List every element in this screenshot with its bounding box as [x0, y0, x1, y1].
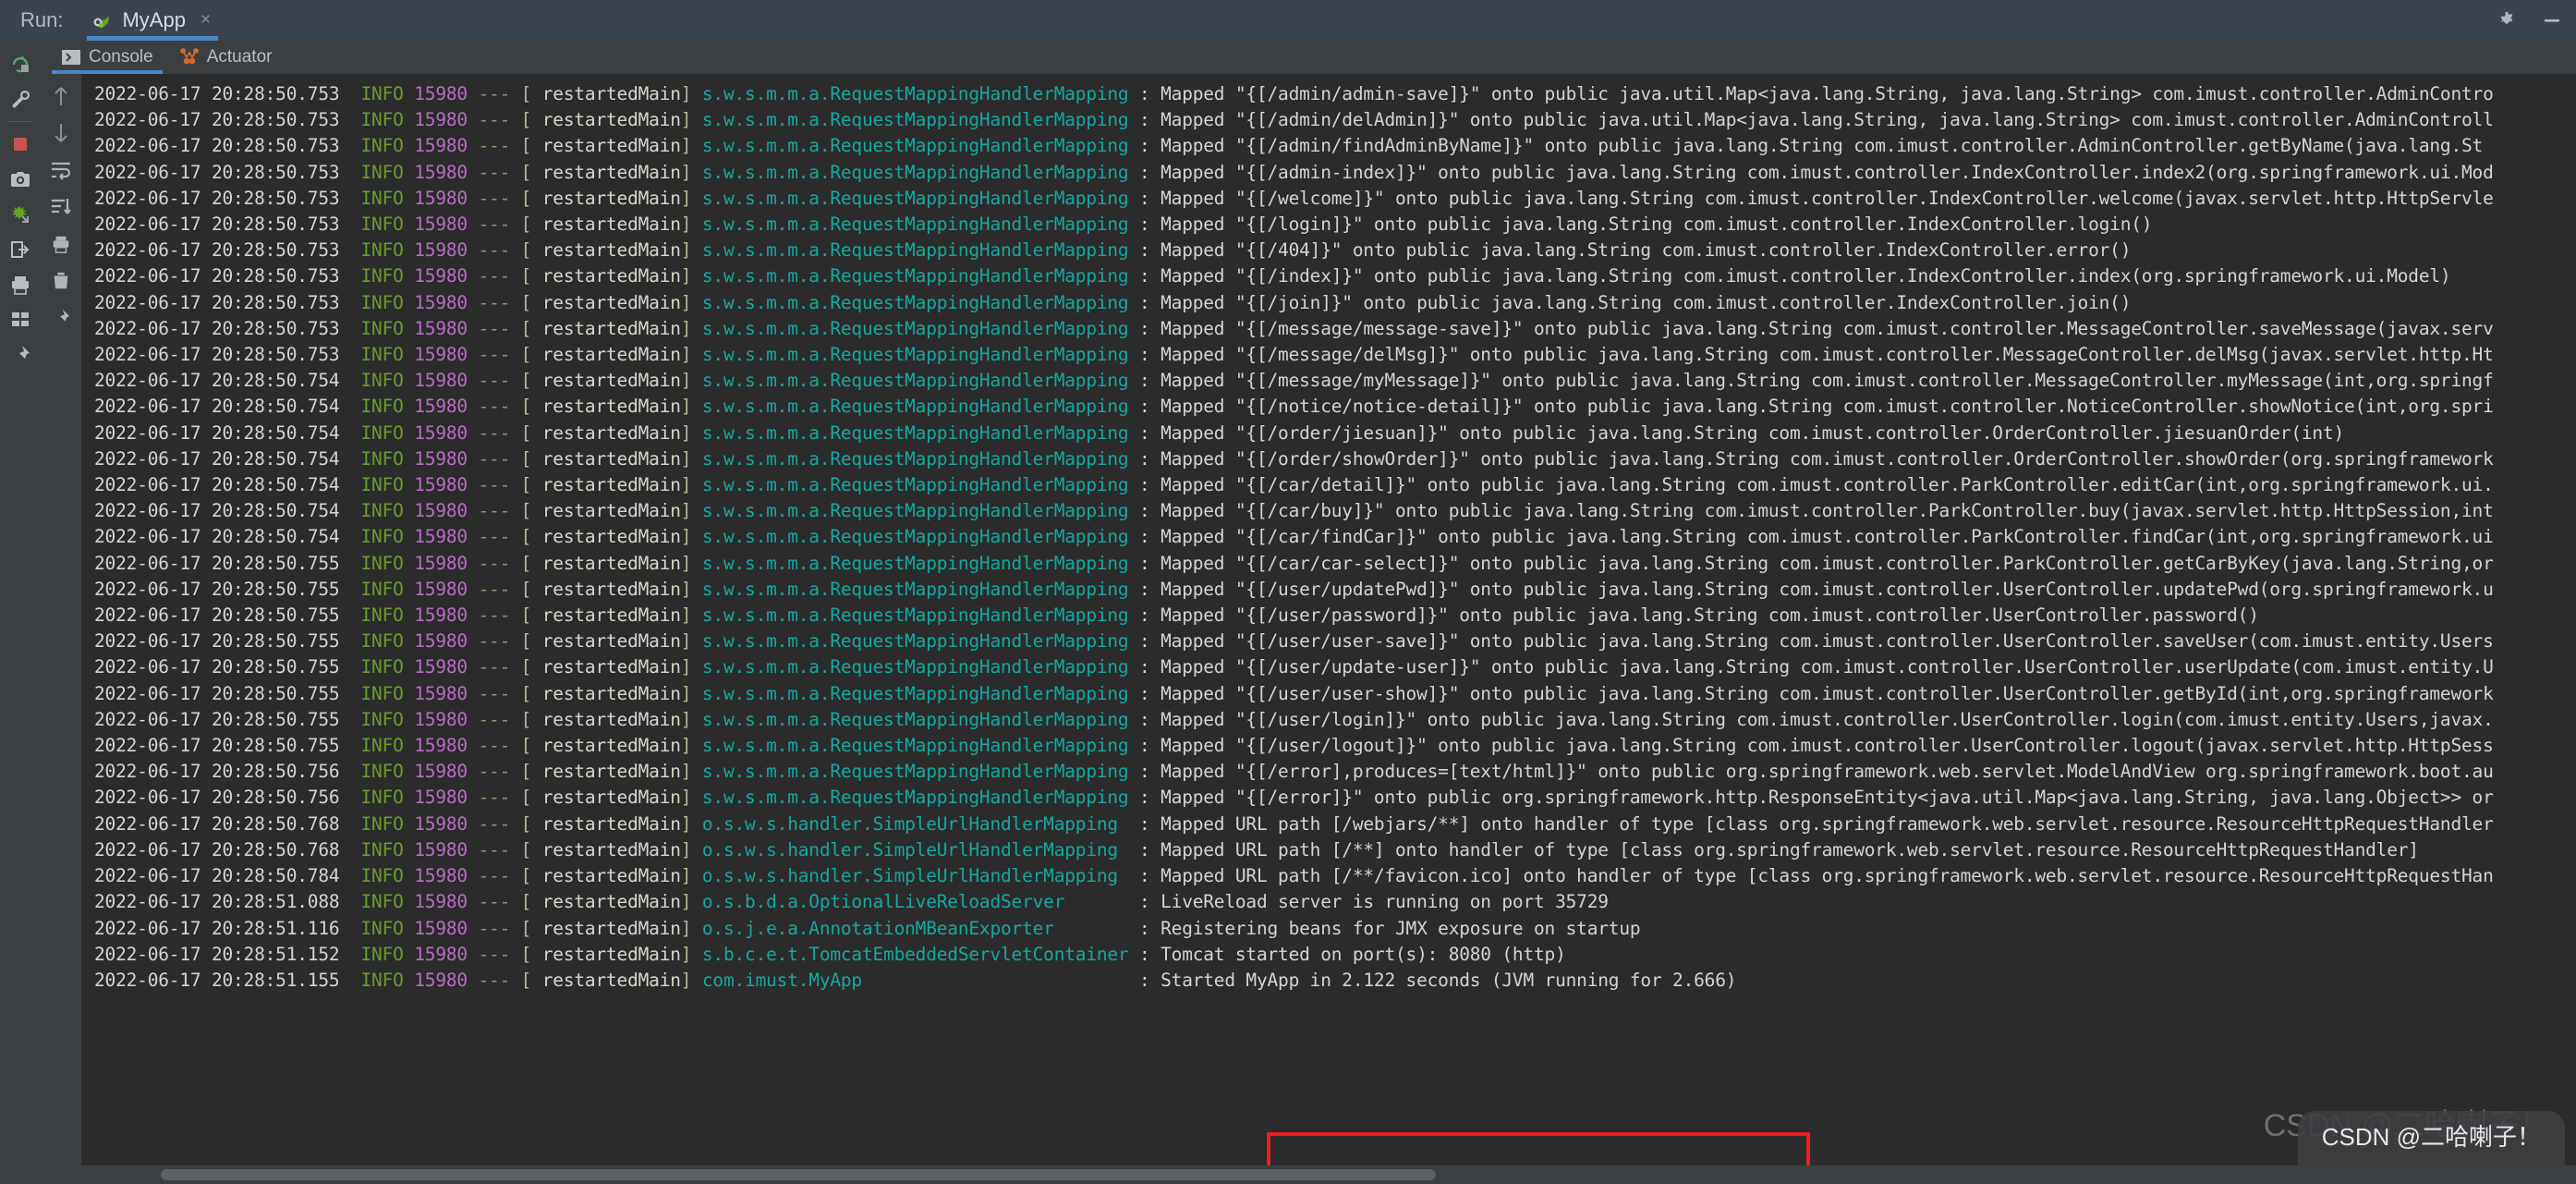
close-icon[interactable]: × — [200, 10, 211, 31]
log-line: 2022-06-17 20:28:50.768 INFO 15980 --- [… — [94, 812, 2576, 837]
window-controls — [2497, 0, 2563, 41]
log-line: 2022-06-17 20:28:50.753 INFO 15980 --- [… — [94, 263, 2576, 289]
run-tab-label: MyApp — [122, 8, 185, 32]
log-line: 2022-06-17 20:28:50.754 INFO 15980 --- [… — [94, 498, 2576, 524]
tab-console[interactable]: Console — [48, 41, 166, 74]
log-line: 2022-06-17 20:28:50.753 INFO 15980 --- [… — [94, 133, 2576, 159]
clear-all-button[interactable] — [43, 262, 79, 299]
log-line: 2022-06-17 20:28:51.116 INFO 15980 --- [… — [94, 916, 2576, 942]
log-line: 2022-06-17 20:28:50.755 INFO 15980 --- [… — [94, 577, 2576, 603]
log-line: 2022-06-17 20:28:50.755 INFO 15980 --- [… — [94, 629, 2576, 654]
run-tab-myapp[interactable]: MyApp × — [79, 0, 225, 41]
scrollbar-thumb[interactable] — [161, 1169, 1436, 1180]
edit-configuration-button[interactable] — [2, 81, 39, 116]
stop-button[interactable] — [2, 127, 39, 162]
tomcat-started-highlight — [1267, 1132, 1810, 1166]
horizontal-scrollbar[interactable] — [41, 1166, 2576, 1184]
log-line: 2022-06-17 20:28:50.754 INFO 15980 --- [… — [94, 472, 2576, 498]
settings-gear-icon[interactable] — [2497, 10, 2517, 31]
log-line: 2022-06-17 20:28:50.755 INFO 15980 --- [… — [94, 603, 2576, 629]
screenshot-button[interactable] — [2, 162, 39, 197]
thread-dump-button[interactable] — [2, 197, 39, 232]
log-line: 2022-06-17 20:28:50.755 INFO 15980 --- [… — [94, 551, 2576, 577]
scroll-up-button[interactable] — [43, 78, 79, 115]
log-line: 2022-06-17 20:28:50.756 INFO 15980 --- [… — [94, 759, 2576, 785]
grid-button[interactable] — [2, 302, 39, 337]
tab-actuator-label: Actuator — [207, 47, 273, 67]
log-line: 2022-06-17 20:28:51.155 INFO 15980 --- [… — [94, 968, 2576, 994]
log-line: 2022-06-17 20:28:50.754 INFO 15980 --- [… — [94, 446, 2576, 472]
rerun-button[interactable] — [2, 46, 39, 81]
log-line: 2022-06-17 20:28:51.152 INFO 15980 --- [… — [94, 942, 2576, 968]
run-actions-toolbar — [0, 41, 41, 1184]
log-line: 2022-06-17 20:28:50.754 INFO 15980 --- [… — [94, 394, 2576, 420]
spring-boot-run-icon — [91, 9, 113, 31]
scroll-down-button[interactable] — [43, 115, 79, 152]
tab-actuator[interactable]: Actuator — [166, 41, 286, 74]
log-line: 2022-06-17 20:28:50.753 INFO 15980 --- [… — [94, 160, 2576, 186]
log-line: 2022-06-17 20:28:50.755 INFO 15980 --- [… — [94, 654, 2576, 680]
print-button[interactable] — [2, 267, 39, 302]
log-line: 2022-06-17 20:28:50.753 INFO 15980 --- [… — [94, 107, 2576, 133]
exit-button[interactable] — [2, 232, 39, 267]
run-toolwindow-header: Run: MyApp × — [0, 0, 2576, 41]
log-line-list: 2022-06-17 20:28:50.753 INFO 15980 --- [… — [94, 81, 2576, 994]
log-line: 2022-06-17 20:28:50.755 INFO 15980 --- [… — [94, 733, 2576, 759]
toolbar-divider — [7, 121, 33, 122]
log-line: 2022-06-17 20:28:50.784 INFO 15980 --- [… — [94, 863, 2576, 889]
log-line: 2022-06-17 20:28:50.755 INFO 15980 --- [… — [94, 707, 2576, 733]
log-line: 2022-06-17 20:28:50.754 INFO 15980 --- [… — [94, 524, 2576, 550]
log-line: 2022-06-17 20:28:50.753 INFO 15980 --- [… — [94, 238, 2576, 263]
watermark-bubble: CSDN @二哈喇子！ — [2298, 1111, 2565, 1166]
pin-button[interactable] — [2, 337, 39, 372]
console-area: 2022-06-17 20:28:50.753 INFO 15980 --- [… — [41, 74, 2576, 1166]
soft-wrap-button[interactable] — [43, 152, 79, 189]
log-line: 2022-06-17 20:28:51.088 INFO 15980 --- [… — [94, 889, 2576, 915]
console-tab-strip: Console Actuator — [41, 41, 2576, 74]
log-line: 2022-06-17 20:28:50.755 INFO 15980 --- [… — [94, 681, 2576, 707]
pin-console-button[interactable] — [43, 299, 79, 336]
log-line: 2022-06-17 20:28:50.753 INFO 15980 --- [… — [94, 316, 2576, 342]
scroll-to-end-button[interactable] — [43, 189, 79, 226]
log-line: 2022-06-17 20:28:50.754 INFO 15980 --- [… — [94, 368, 2576, 394]
console-panel: Console Actuator — [41, 41, 2576, 1184]
console-output[interactable]: 2022-06-17 20:28:50.753 INFO 15980 --- [… — [81, 74, 2576, 1166]
log-line: 2022-06-17 20:28:50.754 INFO 15980 --- [… — [94, 421, 2576, 446]
log-line: 2022-06-17 20:28:50.753 INFO 15980 --- [… — [94, 186, 2576, 212]
log-line: 2022-06-17 20:28:50.753 INFO 15980 --- [… — [94, 290, 2576, 316]
tab-console-label: Console — [89, 47, 153, 67]
log-line: 2022-06-17 20:28:50.756 INFO 15980 --- [… — [94, 785, 2576, 811]
run-tool-window-body: Console Actuator — [0, 41, 2576, 1184]
actuator-icon — [179, 48, 200, 67]
log-line: 2022-06-17 20:28:50.753 INFO 15980 --- [… — [94, 212, 2576, 238]
run-label: Run: — [0, 0, 79, 41]
log-line: 2022-06-17 20:28:50.753 INFO 15980 --- [… — [94, 81, 2576, 107]
console-icon — [61, 49, 81, 66]
console-actions-toolbar — [41, 74, 81, 1166]
log-line: 2022-06-17 20:28:50.753 INFO 15980 --- [… — [94, 342, 2576, 368]
minimize-icon[interactable] — [2541, 10, 2563, 31]
log-line: 2022-06-17 20:28:50.768 INFO 15980 --- [… — [94, 837, 2576, 863]
print-console-button[interactable] — [43, 226, 79, 262]
